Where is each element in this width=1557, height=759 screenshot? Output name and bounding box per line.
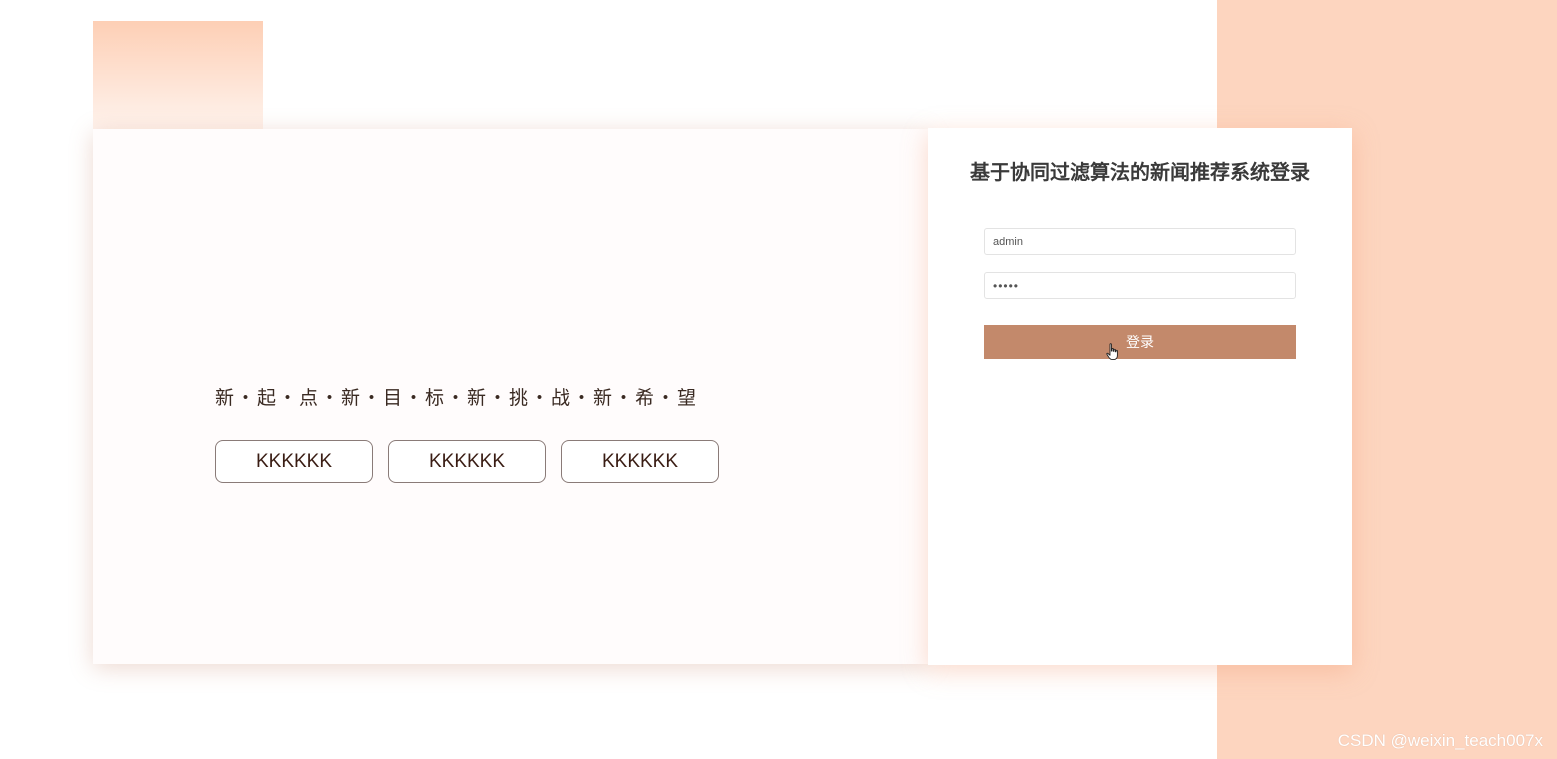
left-hero-panel: 新・起・点・新・目・标・新・挑・战・新・希・望 KKKKKK KKKKKK KK… bbox=[93, 129, 928, 664]
slogan-text: 新・起・点・新・目・标・新・挑・战・新・希・望 bbox=[215, 387, 699, 409]
username-input[interactable] bbox=[984, 228, 1296, 255]
login-title: 基于协同过滤算法的新闻推荐系统登录 bbox=[970, 160, 1310, 184]
password-input[interactable] bbox=[984, 272, 1296, 299]
hand-pointer-icon bbox=[1106, 343, 1118, 361]
watermark-text: CSDN @weixin_teach007x bbox=[1337, 731, 1543, 750]
tag-button-1[interactable]: KKKKKK bbox=[215, 440, 373, 483]
background-gradient-square bbox=[93, 21, 263, 136]
login-panel: 基于协同过滤算法的新闻推荐系统登录 登录 bbox=[928, 128, 1352, 665]
tag-button-2[interactable]: KKKKKK bbox=[388, 440, 546, 483]
page: 新・起・点・新・目・标・新・挑・战・新・希・望 KKKKKK KKKKKK KK… bbox=[0, 0, 1557, 759]
login-button[interactable]: 登录 bbox=[984, 325, 1296, 359]
tag-button-3[interactable]: KKKKKK bbox=[561, 440, 719, 483]
